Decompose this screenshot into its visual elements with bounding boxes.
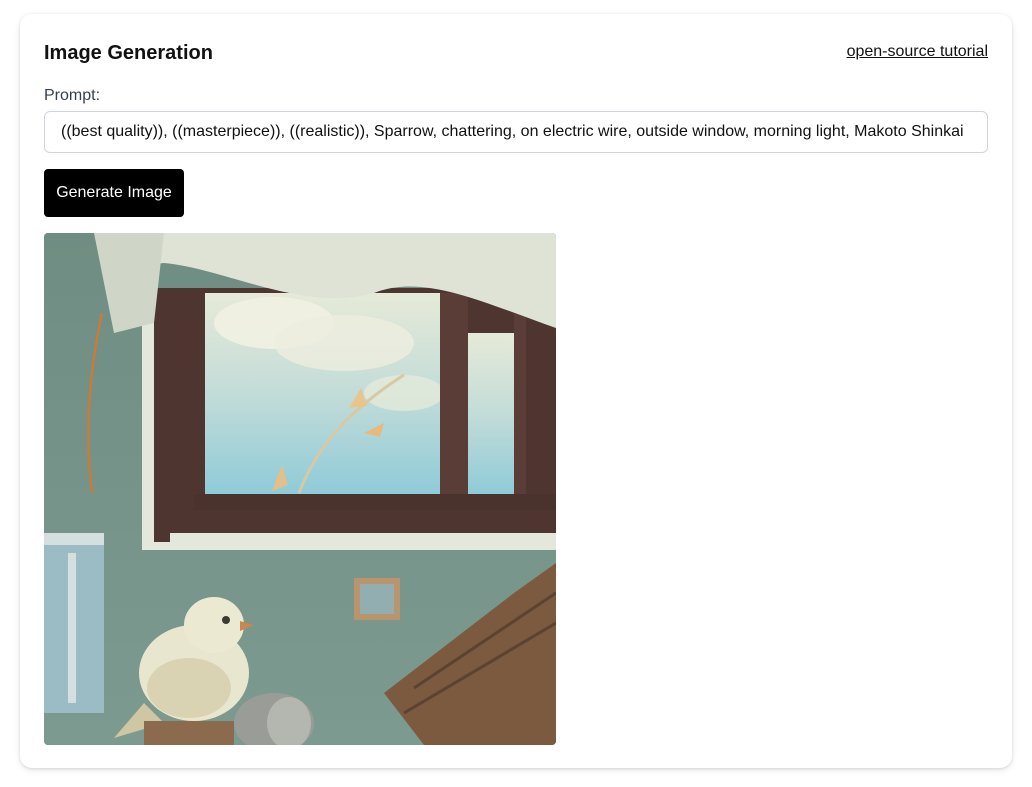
prompt-label: Prompt: <box>44 87 101 104</box>
card-header: Image Generation open-source tutorial <box>44 40 988 70</box>
page-title: Image Generation <box>44 42 213 64</box>
prompt-input[interactable] <box>44 111 988 153</box>
tutorial-link[interactable]: open-source tutorial <box>847 43 988 61</box>
image-generation-card: Image Generation open-source tutorial Pr… <box>20 14 1012 768</box>
generate-image-button[interactable]: Generate Image <box>44 169 184 217</box>
generated-image <box>44 233 556 745</box>
